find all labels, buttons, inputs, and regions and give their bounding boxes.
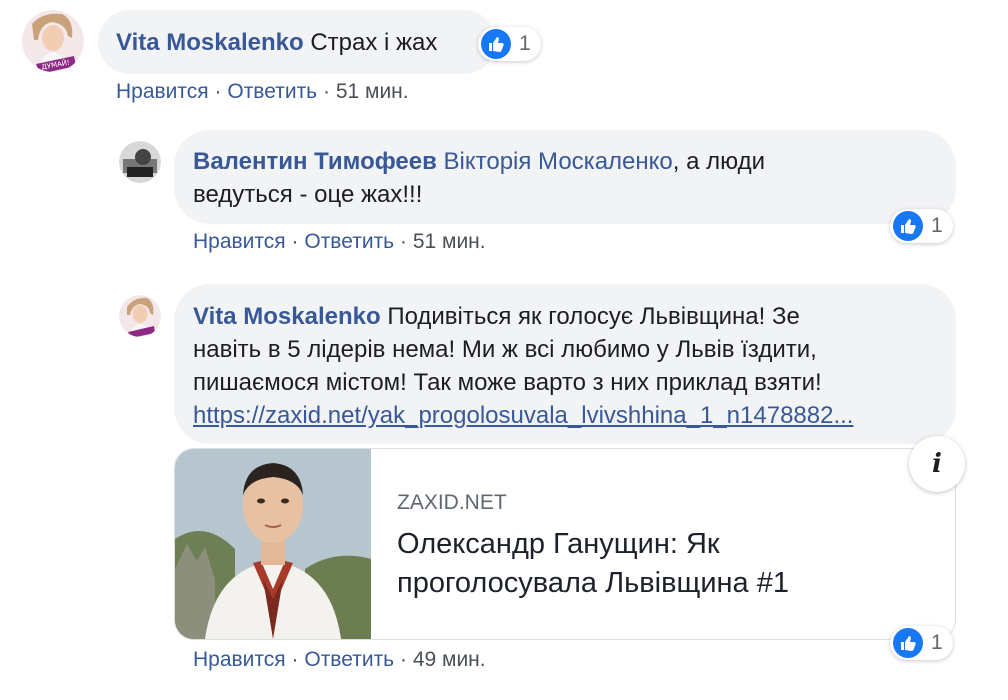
avatar[interactable] [119,141,161,183]
like-link[interactable]: Нравится [116,80,209,103]
separator: · [214,80,222,103]
link-preview-title-line: Олександр Ганущин: Як [397,528,720,560]
reaction-count: 1 [931,214,943,237]
avatar[interactable]: ДУМАЙ! [22,10,84,72]
info-icon: i [932,449,942,479]
like-link[interactable]: Нравится [193,648,286,671]
comment-text: Vita Moskalenko Подивіться як голосує Ль… [193,300,943,432]
comment-link[interactable]: https://zaxid.net/yak_progolosuvala_lviv… [193,399,943,432]
reply-link[interactable]: Ответить [304,230,394,253]
comment-text: Vita Moskalenko Страх і жах [116,26,437,59]
timestamp[interactable]: 51 мин. [336,80,409,103]
comment-body: Страх і жах [310,29,438,56]
comment-author[interactable]: Валентин Тимофеев [193,148,437,175]
timestamp[interactable]: 49 мин. [413,648,486,671]
separator: · [322,80,330,103]
like-icon [893,628,923,658]
separator: · [399,648,407,671]
avatar[interactable] [119,295,161,337]
like-icon [481,29,511,59]
timestamp[interactable]: 51 мин. [413,230,486,253]
reaction-count: 1 [519,32,531,55]
info-button[interactable]: i [909,436,965,492]
link-preview-title-line: проголосувала Львівщина #1 [397,567,789,599]
comment-body: навіть в 5 лідерів нема! Ми ж всі любимо… [193,336,817,363]
reply-link[interactable]: Ответить [304,648,394,671]
comment-body: Подивіться як голосує Львівщина! Зе [387,303,800,330]
link-preview-title: Олександр Ганущин: Як проголосувала Льві… [397,525,789,603]
link-preview-card[interactable]: ZAXID.NET Олександр Ганущин: Як проголос… [174,448,956,640]
comment-text: Валентин Тимофеев Вікторія Москаленко, а… [193,145,943,211]
comment-body: пишаємося містом! Так може варто з них п… [193,369,822,396]
link-preview-image [175,449,371,639]
comment-actions: Нравится · Ответить · 49 мин. [193,648,486,672]
reply-link[interactable]: Ответить [227,80,317,103]
comment-body: ведуться - оце жах!!! [193,181,423,208]
comment-body: , а люди [672,148,766,175]
comment-author[interactable]: Vita Moskalenko [116,29,304,56]
reaction-badge[interactable]: 1 [890,626,953,660]
comment-actions: Нравится · Ответить · 51 мин. [193,230,486,254]
link-preview-domain: ZAXID.NET [397,491,507,514]
comment-author[interactable]: Vita Moskalenko [193,303,381,330]
like-icon [893,211,923,241]
reaction-badge[interactable]: 1 [890,209,953,243]
reaction-badge[interactable]: 1 [478,27,541,61]
separator: · [291,648,299,671]
like-link[interactable]: Нравится [193,230,286,253]
separator: · [291,230,299,253]
separator: · [399,230,407,253]
reaction-count: 1 [931,631,943,654]
comment-actions: Нравится · Ответить · 51 мин. [116,80,409,104]
mention-link[interactable]: Вікторія Москаленко [444,148,673,175]
